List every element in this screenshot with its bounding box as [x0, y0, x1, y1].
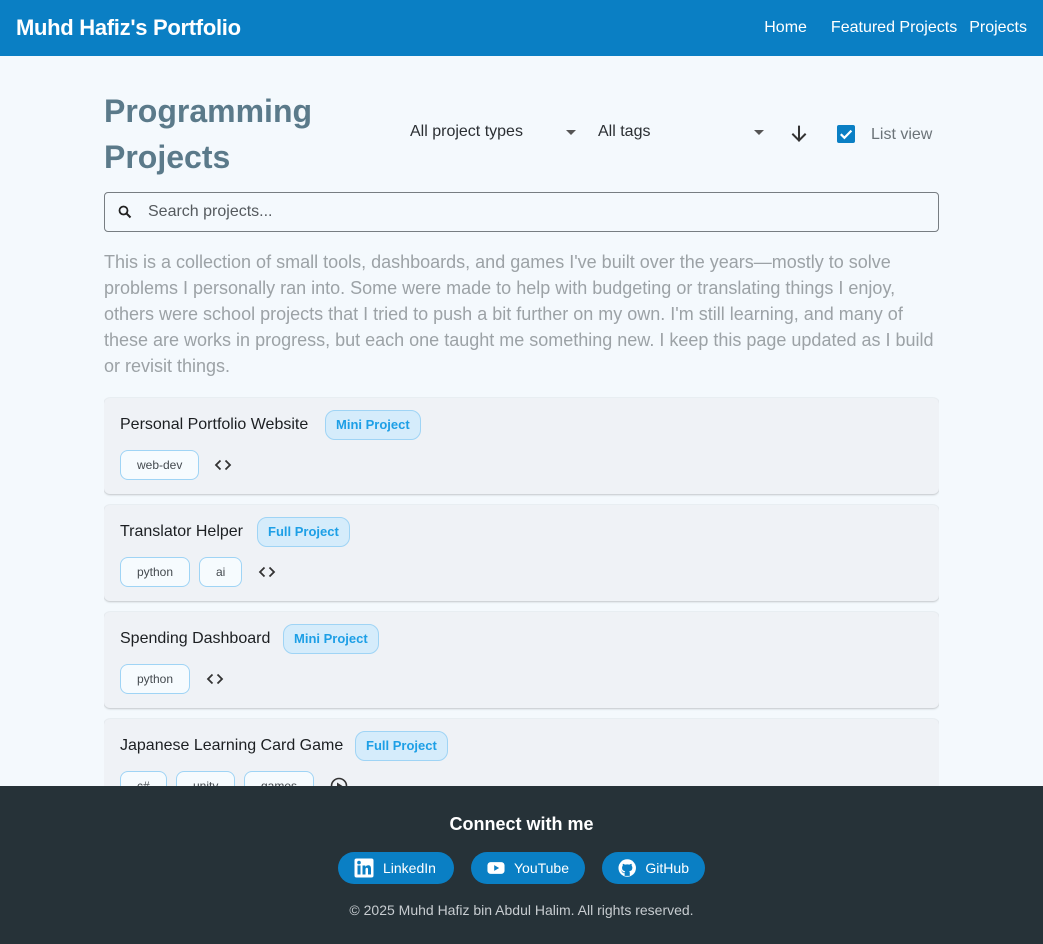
tag-chip[interactable]: unity: [176, 771, 236, 786]
nav-home[interactable]: Home: [764, 19, 807, 37]
code-icon[interactable]: [258, 563, 276, 581]
project-card[interactable]: Personal Portfolio Website Mini Project …: [104, 398, 939, 494]
intro-text: This is a collection of small tools, das…: [104, 252, 934, 376]
app-bar: Muhd Hafiz's Portfolio Home Featured Pro…: [0, 0, 1043, 56]
search-input[interactable]: [148, 203, 908, 221]
project-title: Spending Dashboard: [120, 630, 271, 647]
tag-chip[interactable]: python: [120, 557, 191, 587]
search-box: [104, 192, 939, 232]
linkedin-icon: [354, 858, 374, 878]
search-icon: [118, 205, 132, 219]
youtube-icon: [487, 862, 505, 874]
nav-projects[interactable]: Projects: [969, 19, 1027, 37]
arrow-down-icon[interactable]: [788, 123, 810, 145]
project-type-badge: Full Project: [257, 517, 350, 547]
project-type-badge: Mini Project: [325, 410, 421, 440]
tags-select-value: All tags: [598, 123, 651, 140]
code-icon[interactable]: [206, 670, 224, 688]
tag-chip[interactable]: games: [244, 771, 315, 786]
linkedin-label: LinkedIn: [383, 860, 436, 876]
project-type-badge: Mini Project: [283, 624, 379, 654]
project-title: Japanese Learning Card Game: [120, 737, 344, 754]
project-card[interactable]: Spending Dashboard Mini Project python: [104, 612, 939, 708]
chevron-down-icon: [754, 130, 764, 135]
project-card[interactable]: Translator Helper Full Project python ai: [104, 505, 939, 601]
footer: Connect with me LinkedIn YouTube GitHub …: [0, 786, 1043, 944]
youtube-label: YouTube: [513, 860, 569, 876]
tag-chip[interactable]: python: [120, 664, 191, 694]
list-view-checkbox[interactable]: [837, 125, 855, 143]
page-title: Programming Projects: [104, 93, 313, 175]
project-type-select[interactable]: All project types: [410, 123, 576, 141]
brand-title[interactable]: Muhd Hafiz's Portfolio: [16, 15, 241, 41]
linkedin-button[interactable]: LinkedIn: [338, 852, 454, 884]
youtube-button[interactable]: YouTube: [471, 852, 585, 884]
github-icon: [618, 859, 636, 877]
project-title: Translator Helper: [120, 523, 244, 540]
chevron-down-icon: [566, 130, 576, 135]
tag-chip[interactable]: c#: [120, 771, 167, 786]
tag-chip[interactable]: ai: [199, 557, 243, 587]
projects-page: Programming Projects All project types A…: [104, 56, 939, 786]
list-view-label[interactable]: List view: [871, 126, 932, 144]
tag-chip[interactable]: web-dev: [120, 450, 200, 480]
copyright-text: © 2025 Muhd Hafiz bin Abdul Halim. All r…: [349, 902, 694, 918]
project-card[interactable]: Japanese Learning Card Game Full Project…: [104, 719, 939, 786]
project-type-select-value: All project types: [410, 123, 523, 140]
code-icon[interactable]: [214, 456, 232, 474]
tags-select[interactable]: All tags: [598, 123, 764, 141]
footer-title: Connect with me: [449, 814, 594, 834]
main-nav: Home Featured Projects Projects: [764, 19, 1027, 37]
check-icon: [840, 129, 853, 140]
project-type-badge: Full Project: [355, 731, 448, 761]
play-circle-icon[interactable]: [330, 777, 348, 786]
project-title: Personal Portfolio Website: [120, 416, 309, 433]
nav-featured-projects[interactable]: Featured Projects: [831, 19, 957, 37]
github-button[interactable]: GitHub: [602, 852, 705, 884]
github-label: GitHub: [645, 860, 689, 876]
